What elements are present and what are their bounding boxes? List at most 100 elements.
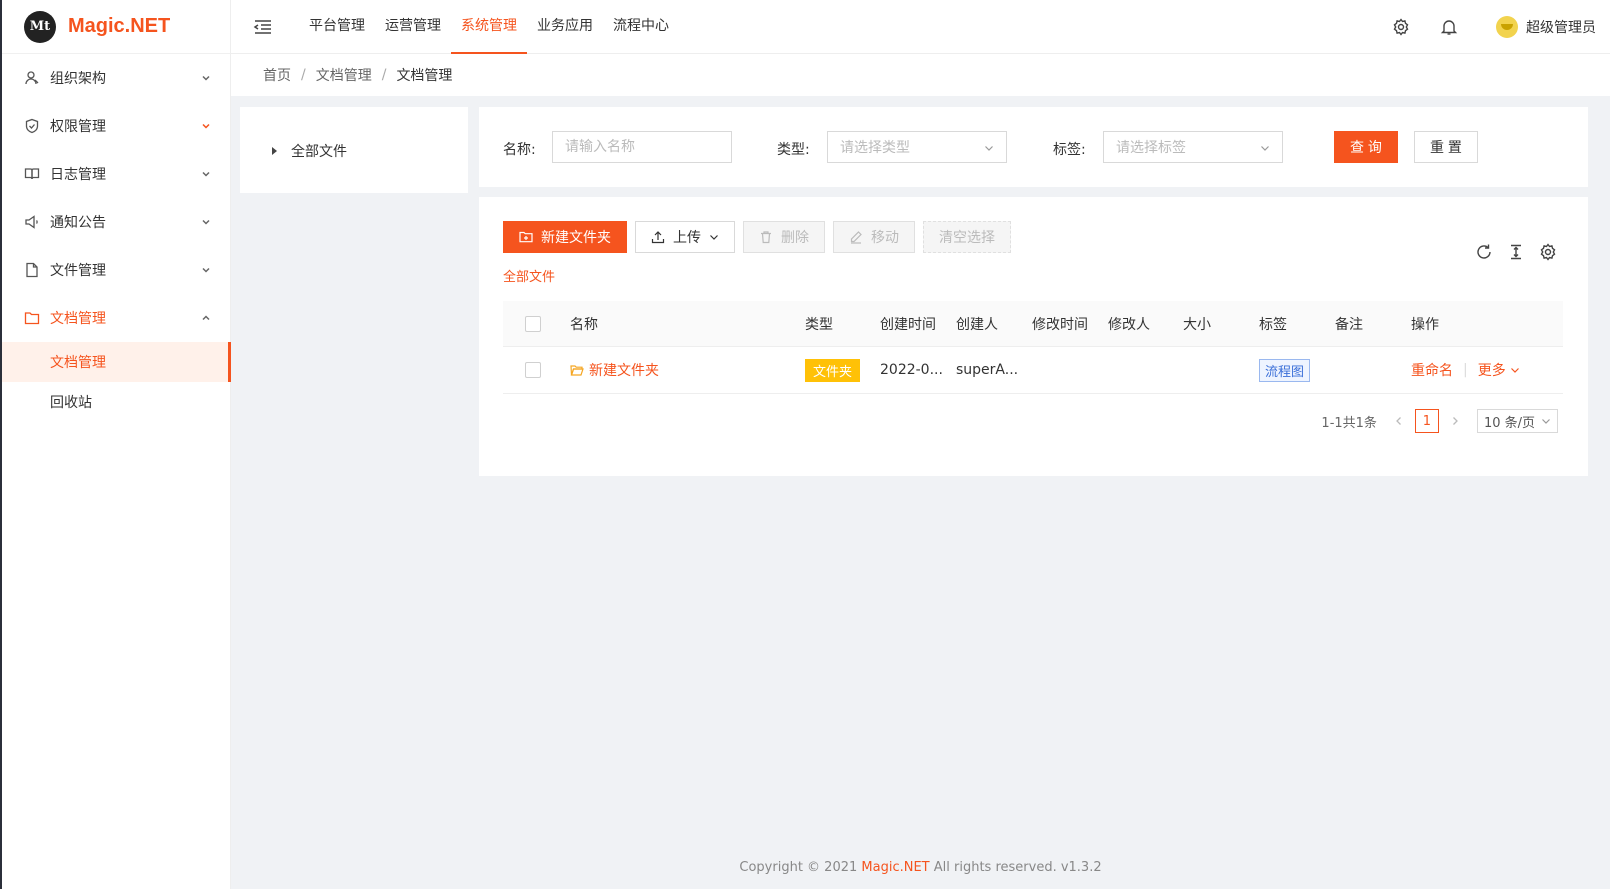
nav-workflow[interactable]: 流程中心 — [603, 0, 679, 54]
sidebar-subitem-recycle-bin[interactable]: 回收站 — [2, 382, 230, 422]
header-checkbox-cell — [525, 301, 541, 346]
logo[interactable]: Mt Magic.NET — [2, 0, 230, 54]
column-header[interactable]: 修改人 — [1108, 301, 1150, 346]
delete-button[interactable]: 删除 — [743, 221, 825, 253]
breadcrumb: 首页 / 文档管理 / 文档管理 — [231, 54, 1610, 96]
chevron-down-icon — [1542, 419, 1550, 424]
chevron-left-icon[interactable] — [1393, 415, 1405, 427]
sidebar-item-label: 权限管理 — [50, 119, 106, 135]
sidebar-subitem-label: 文档管理 — [50, 355, 106, 371]
delete-label: 删除 — [781, 229, 809, 245]
trash-icon — [761, 231, 771, 244]
sidebar-item-log[interactable]: 日志管理 — [2, 150, 230, 198]
select-all-checkbox[interactable] — [525, 315, 541, 332]
column-header[interactable]: 备注 — [1335, 301, 1363, 346]
action-divider: | — [1463, 362, 1468, 378]
sidebar-item-files[interactable]: 文件管理 — [2, 246, 230, 294]
sidebar-item-org[interactable]: 组织架构 — [2, 54, 230, 102]
column-height-icon[interactable] — [1507, 243, 1525, 261]
reset-button[interactable]: 重 置 — [1414, 131, 1478, 163]
label-tag: 流程图 — [1259, 358, 1311, 382]
table-header: 名称 类型 创建时间 创建人 修改时间 修改人 大小 标签 备注 操作 — [503, 301, 1563, 347]
logo-mark: Mt — [24, 10, 56, 43]
folder-open-icon — [570, 365, 584, 376]
rename-link[interactable]: 重命名 — [1411, 360, 1453, 380]
gear-icon[interactable] — [1392, 18, 1410, 36]
breadcrumb-current: 文档管理 — [396, 68, 453, 84]
edit-icon — [850, 231, 862, 244]
top-header: 平台管理 运营管理 系统管理 业务应用 流程中心 超级管理员 — [231, 0, 1610, 54]
file-name-cell[interactable]: 新建文件夹 — [570, 347, 659, 393]
sidebar-subitem-label: 回收站 — [50, 395, 92, 411]
column-header[interactable]: 大小 — [1183, 301, 1211, 346]
footer-suffix: All rights reserved. v1.3.2 — [929, 860, 1102, 875]
new-folder-button[interactable]: 新建文件夹 — [503, 221, 627, 253]
footer-brand[interactable]: Magic.NET — [861, 860, 929, 875]
row-checkbox-cell — [525, 347, 541, 393]
name-label: 名称: — [503, 142, 536, 158]
nav-platform[interactable]: 平台管理 — [299, 0, 375, 54]
sidebar-subitem-documents[interactable]: 文档管理 — [2, 342, 231, 382]
nav-system[interactable]: 系统管理 — [451, 0, 527, 54]
row-checkbox[interactable] — [525, 362, 541, 378]
chevron-down-icon — [202, 75, 210, 81]
upload-button[interactable]: 上传 — [635, 221, 735, 253]
type-tag: 文件夹 — [805, 358, 861, 382]
chevron-down-icon — [710, 235, 718, 240]
pagination-summary: 1-1共1条 — [1321, 415, 1377, 431]
user-menu[interactable]: 超级管理员 — [1496, 0, 1596, 54]
new-folder-label: 新建文件夹 — [541, 229, 611, 245]
more-actions-link[interactable]: 更多 — [1478, 360, 1506, 380]
chevron-right-icon[interactable] — [1449, 415, 1461, 427]
settings-icon[interactable] — [1539, 243, 1557, 261]
username: 超级管理员 — [1526, 20, 1596, 36]
column-header[interactable]: 创建人 — [956, 301, 998, 346]
refresh-icon[interactable] — [1475, 243, 1493, 261]
breadcrumb-separator: / — [301, 67, 306, 83]
sidebar: Mt Magic.NET 组织架构 权限管理 日志管理 通知公告 文件管理 文档… — [2, 0, 231, 889]
page-size-select[interactable]: 10 条/页 — [1476, 409, 1558, 433]
sidebar-item-notice[interactable]: 通知公告 — [2, 198, 230, 246]
bell-icon[interactable] — [1440, 18, 1458, 36]
file-list-panel: 新建文件夹 上传 删除 移动 清空选择 全部文件 名称 类型 创建时间 创建人 … — [479, 197, 1588, 476]
tree-node-label: 全部文件 — [291, 144, 347, 160]
sidebar-item-documents[interactable]: 文档管理 — [2, 294, 230, 342]
nav-operations[interactable]: 运营管理 — [375, 0, 451, 54]
page-number[interactable]: 1 — [1414, 409, 1439, 433]
tag-select[interactable]: 请选择标签 — [1103, 131, 1283, 163]
created-cell: 2022-0... — [880, 362, 943, 378]
nav-business[interactable]: 业务应用 — [527, 0, 603, 54]
chevron-down-icon — [1510, 368, 1519, 373]
breadcrumb-parent[interactable]: 文档管理 — [316, 65, 372, 85]
breadcrumb-home[interactable]: 首页 — [263, 65, 291, 85]
type-select[interactable]: 请选择类型 — [827, 131, 1007, 163]
column-header[interactable]: 名称 — [570, 301, 598, 346]
folder-icon — [24, 312, 40, 325]
caret-right-icon[interactable] — [272, 147, 277, 155]
column-header[interactable]: 类型 — [805, 301, 833, 346]
breadcrumb-separator: / — [381, 67, 387, 83]
query-button[interactable]: 查 询 — [1334, 131, 1398, 163]
chevron-down-icon — [202, 123, 210, 129]
move-button[interactable]: 移动 — [833, 221, 915, 253]
tree-node-all-files[interactable]: 全部文件 — [272, 141, 347, 161]
sidebar-item-permission[interactable]: 权限管理 — [2, 102, 230, 150]
creator-cell: superA... — [956, 362, 1019, 378]
footer-prefix: Copyright © 2021 — [739, 860, 862, 875]
upload-icon — [651, 231, 665, 244]
table-row[interactable]: 新建文件夹 文件夹 2022-0... superA... 流程图 重命名 | … — [503, 347, 1563, 394]
file-icon — [26, 262, 38, 278]
clear-selection-button[interactable]: 清空选择 — [923, 221, 1011, 253]
column-header[interactable]: 修改时间 — [1032, 301, 1088, 346]
column-header[interactable]: 创建时间 — [880, 301, 936, 346]
menu-collapse-icon[interactable] — [253, 17, 273, 37]
sidebar-item-label: 文件管理 — [50, 263, 106, 279]
current-path-link[interactable]: 全部文件 — [503, 266, 555, 285]
shield-icon — [25, 118, 39, 134]
column-header[interactable]: 标签 — [1259, 301, 1287, 346]
name-input[interactable] — [552, 131, 732, 163]
speaker-icon — [25, 215, 38, 229]
top-nav: 平台管理 运营管理 系统管理 业务应用 流程中心 — [299, 0, 679, 54]
tag-label: 标签: — [1053, 142, 1086, 158]
avatar — [1496, 16, 1518, 38]
